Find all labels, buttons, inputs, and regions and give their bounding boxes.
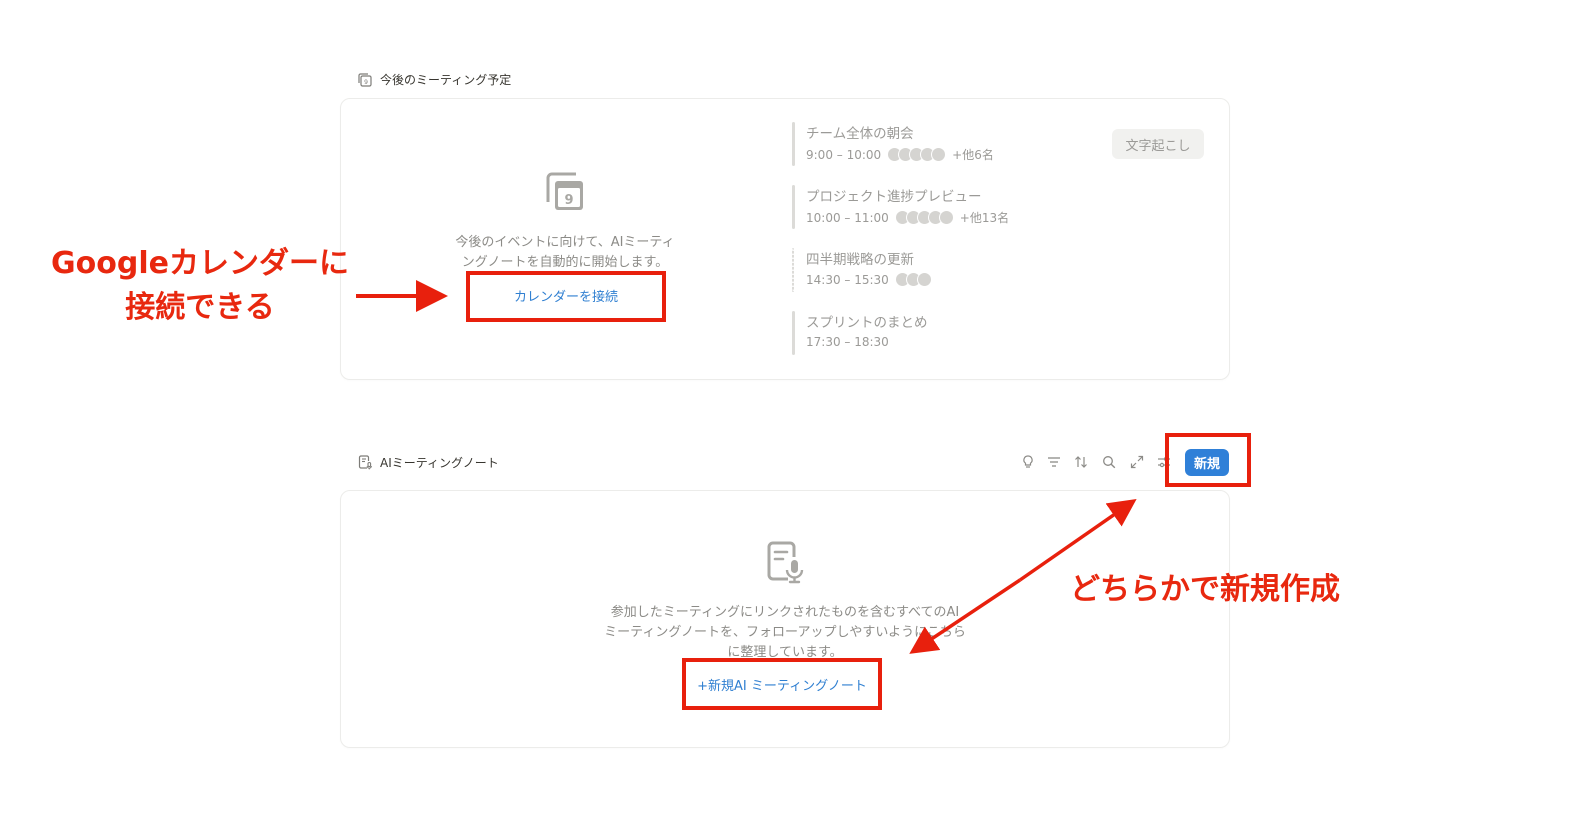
arrow-to-new-note bbox=[909, 578, 1021, 654]
annotation-arrows bbox=[356, 280, 1137, 654]
arrow-to-new-button bbox=[1019, 499, 1137, 582]
